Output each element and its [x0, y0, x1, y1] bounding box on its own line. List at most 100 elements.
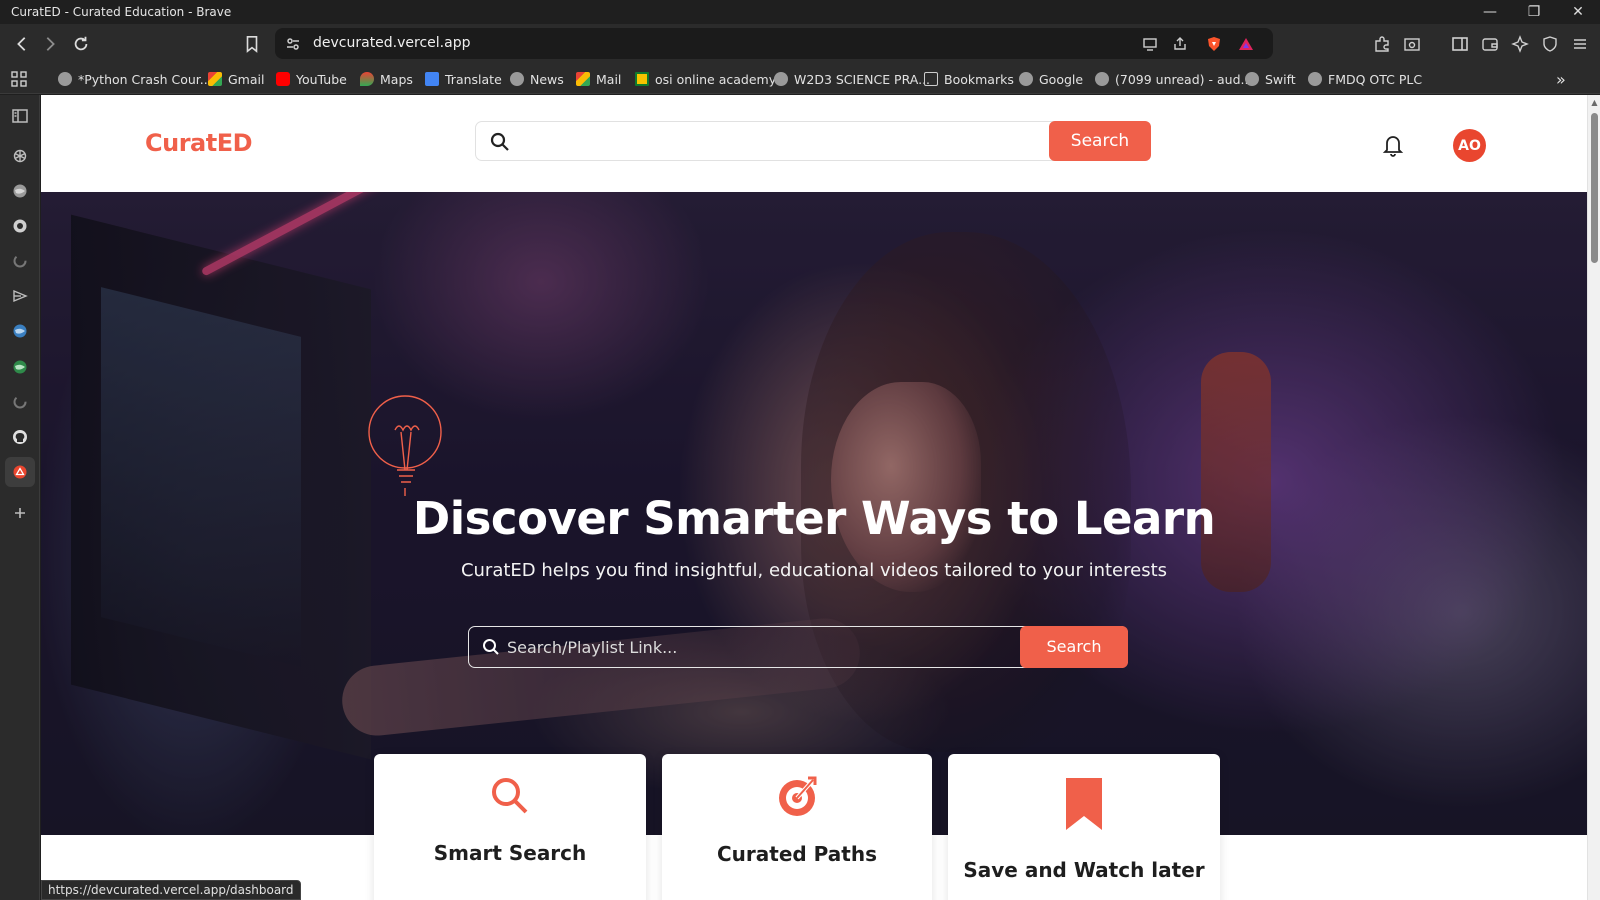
window-controls: — ❐ ✕ — [1468, 0, 1600, 24]
leo-icon[interactable] — [1508, 32, 1532, 56]
bookmark-item[interactable]: Bookmarks — [924, 69, 1014, 89]
bookmark-label: News — [530, 71, 564, 87]
bookmark-label: FMDQ OTC PLC — [1328, 71, 1423, 87]
brave-rewards-icon[interactable] — [1236, 34, 1256, 54]
globe-icon — [510, 72, 524, 86]
gmail-icon — [208, 72, 222, 86]
screenshot-icon[interactable] — [1400, 32, 1424, 56]
globe-icon — [1245, 72, 1259, 86]
feature-card-smart-search[interactable]: Smart Search — [374, 754, 646, 900]
osi-icon — [635, 72, 649, 86]
github-icon[interactable] — [10, 427, 30, 447]
globe-icon[interactable] — [10, 321, 30, 341]
bookmark-item[interactable]: W2D3 SCIENCE PRA... — [774, 69, 930, 89]
github-icon[interactable] — [10, 216, 30, 236]
bookmark-icon[interactable] — [238, 30, 266, 58]
feature-card-title: Smart Search — [433, 841, 587, 865]
globe-icon — [1019, 72, 1033, 86]
vpn-icon[interactable] — [1538, 32, 1562, 56]
bell-icon[interactable] — [1382, 133, 1404, 157]
bookmark-label: Translate — [445, 71, 502, 87]
bookmark-item[interactable]: FMDQ OTC PLC — [1308, 69, 1422, 89]
feature-card-curated-paths[interactable]: Curated Paths — [662, 754, 932, 900]
avatar[interactable]: AO — [1453, 129, 1486, 162]
bookmark-item[interactable]: (7099 unread) - aud... — [1095, 69, 1252, 89]
address-bar[interactable]: devcurated.vercel.app — [275, 28, 1273, 59]
bookmark-item[interactable]: YouTube — [276, 69, 347, 89]
bookmark-label: Maps — [380, 71, 413, 87]
apps-grid-icon[interactable] — [11, 69, 27, 89]
header-search[interactable]: Search — [475, 121, 1151, 161]
gmail-icon — [576, 72, 590, 86]
hero-search-input[interactable] — [507, 633, 1007, 661]
site-logo[interactable]: CuratED — [145, 129, 253, 157]
play-icon[interactable] — [10, 286, 30, 306]
feature-card-title: Save and Watch later — [963, 858, 1205, 882]
globe-icon — [1095, 72, 1109, 86]
hero-search: Search — [468, 625, 1128, 668]
menu-icon[interactable] — [1568, 32, 1592, 56]
globe-icon[interactable] — [10, 181, 30, 201]
brave-shields-icon[interactable] — [1204, 34, 1224, 54]
bookmark-label: Google — [1039, 71, 1084, 87]
bookmark-item[interactable]: osi online academy — [635, 69, 776, 89]
window-title: CuratED - Curated Education - Brave — [11, 5, 232, 19]
browser-sidebar — [0, 95, 40, 900]
globe-icon — [774, 72, 788, 86]
maps-icon — [360, 72, 374, 86]
title-bar: CuratED - Curated Education - Brave — ❐ … — [0, 0, 1600, 24]
hero-subtitle: CuratED helps you find insightful, educa… — [460, 560, 1168, 581]
hero-title: Discover Smarter Ways to Learn — [412, 492, 1216, 545]
page-scrollbar[interactable]: ▲ — [1587, 95, 1600, 900]
search-icon — [483, 639, 499, 655]
loading-icon[interactable] — [10, 251, 30, 271]
browser-window: CuratED - Curated Education - Brave — ❐ … — [0, 0, 1600, 900]
wallet-icon[interactable] — [1478, 32, 1502, 56]
bookmark-item[interactable]: *Python Crash Cour... — [58, 69, 212, 89]
extensions-icon[interactable] — [1370, 32, 1394, 56]
add-icon[interactable] — [10, 503, 30, 523]
close-icon[interactable]: ✕ — [1556, 0, 1600, 24]
bookmark-item[interactable]: Maps — [360, 69, 413, 89]
bookmark-item[interactable]: Google — [1019, 69, 1083, 89]
bookmark-label: Swift — [1265, 71, 1296, 87]
back-icon[interactable] — [8, 30, 36, 58]
app-icon[interactable] — [5, 457, 35, 487]
bookmarks-more-icon[interactable]: » — [1556, 69, 1566, 89]
target-icon — [779, 776, 817, 816]
cast-icon[interactable] — [1140, 34, 1160, 54]
bookmark-item[interactable]: Translate — [425, 69, 502, 89]
hero-section: Discover Smarter Ways to Learn CuratED h… — [41, 192, 1587, 835]
bookmark-item[interactable]: Swift — [1245, 69, 1296, 89]
hero-search-button[interactable]: Search — [1020, 625, 1128, 668]
openai-icon[interactable] — [10, 146, 30, 166]
reload-icon[interactable] — [67, 30, 95, 58]
scroll-thumb[interactable] — [1591, 113, 1598, 263]
bookmark-item[interactable]: Gmail — [208, 69, 264, 89]
bookmark-item[interactable]: News — [510, 69, 564, 89]
minimize-icon[interactable]: — — [1468, 0, 1512, 24]
forward-icon[interactable] — [36, 30, 64, 58]
search-icon — [492, 778, 528, 814]
url-text[interactable]: devcurated.vercel.app — [313, 35, 470, 51]
green-globe-icon[interactable] — [10, 357, 30, 377]
header-search-button[interactable]: Search — [1049, 121, 1151, 161]
feature-card-save-watch[interactable]: Save and Watch later — [948, 754, 1220, 900]
restore-icon[interactable]: ❐ — [1512, 0, 1556, 24]
bookmarks-bar: *Python Crash Cour... Gmail YouTube Maps… — [0, 63, 1600, 94]
bookmark-label: Mail — [596, 71, 622, 87]
status-url: https://devcurated.vercel.app/dashboard — [41, 880, 301, 900]
bookmark-item[interactable]: Mail — [576, 69, 621, 89]
bookmark-icon — [1066, 778, 1102, 830]
sidebar-toggle-icon[interactable] — [10, 106, 30, 126]
page-viewport: CuratED Search AO Discover Smarter Ways … — [41, 95, 1587, 900]
sidebar-icon[interactable] — [1448, 32, 1472, 56]
bookmark-label: *Python Crash Cour... — [78, 71, 212, 87]
browser-toolbar: devcurated.vercel.app — [0, 24, 1600, 63]
scroll-up-icon[interactable]: ▲ — [1590, 98, 1599, 107]
loading-icon[interactable] — [10, 392, 30, 412]
feature-card-title: Curated Paths — [717, 842, 877, 866]
search-icon — [490, 132, 509, 151]
site-info-icon[interactable] — [283, 34, 303, 54]
share-icon[interactable] — [1170, 34, 1190, 54]
